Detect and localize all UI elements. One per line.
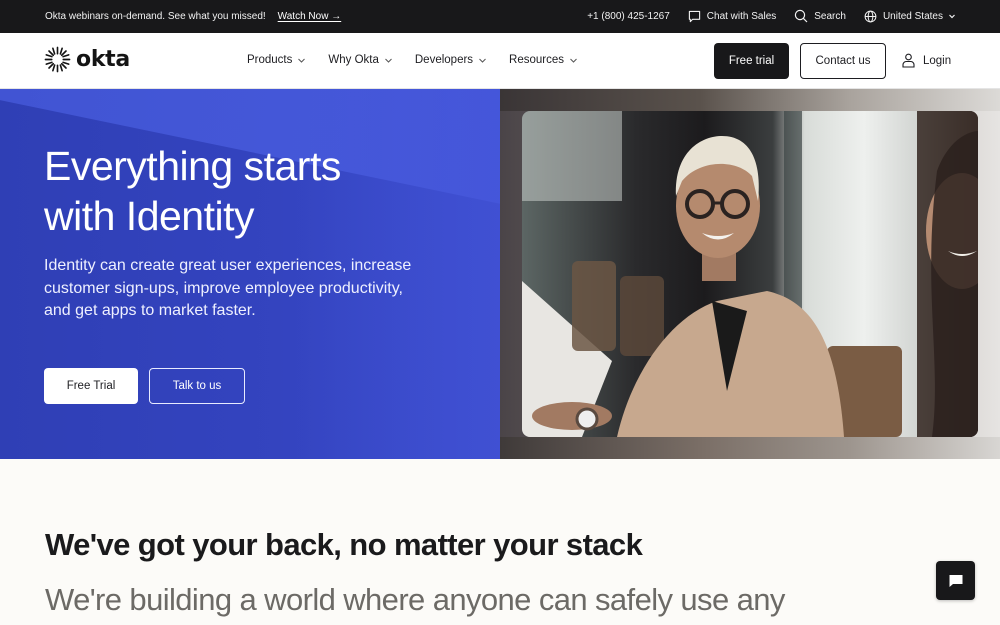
nav-resources[interactable]: Resources (509, 54, 578, 66)
nav-products[interactable]: Products (247, 54, 306, 66)
chat-with-sales-label: Chat with Sales (706, 10, 777, 22)
hero-image-panel (500, 89, 1000, 459)
okta-logo[interactable]: okta (44, 46, 130, 73)
blurred-backdrop-top (500, 89, 1000, 111)
blurred-backdrop-bottom (500, 437, 1000, 459)
chevron-down-icon (479, 58, 486, 63)
globe-icon (864, 10, 877, 22)
chat-bubble-icon (688, 10, 700, 22)
hero-free-trial-button[interactable]: Free Trial (44, 368, 138, 404)
chevron-down-icon (298, 58, 306, 63)
okta-sunburst-icon (44, 46, 71, 73)
nav-resources-label: Resources (509, 54, 565, 66)
hero-title: Everything starts with Identity (44, 141, 341, 241)
hero-photo-illustration (522, 111, 978, 437)
promo: Okta webinars on-demand. See what you mi… (45, 11, 341, 22)
nav-why-okta-label: Why Okta (328, 54, 379, 66)
contact-us-button[interactable]: Contact us (800, 43, 886, 79)
nav-developers[interactable]: Developers (415, 54, 487, 66)
hero-title-line-1: Everything starts (44, 143, 341, 189)
search-link[interactable]: Search (794, 9, 846, 23)
hero-subtitle: Identity can create great user experienc… (44, 257, 412, 319)
search-label: Search (814, 10, 846, 22)
utility-links: +1 (800) 425-1267 Chat with Sales Search… (587, 9, 956, 23)
region-selector[interactable]: United States (864, 10, 956, 23)
search-icon (795, 9, 808, 23)
watch-now-link[interactable]: Watch Now → (278, 11, 342, 22)
main-nav: okta Products Why Okta Developers Resour… (0, 33, 1000, 89)
user-icon (902, 53, 915, 68)
chat-with-sales-link[interactable]: Chat with Sales (688, 10, 776, 23)
free-trial-button[interactable]: Free trial (714, 43, 789, 79)
nav-why-okta[interactable]: Why Okta (328, 54, 392, 66)
hero-photo (522, 111, 978, 437)
hero-title-line-2: with Identity (44, 193, 255, 239)
chevron-down-icon (570, 58, 577, 63)
nav-products-label: Products (247, 54, 293, 66)
chat-bubble-icon (949, 574, 962, 587)
section-title: We've got your back, no matter your stac… (45, 527, 643, 562)
promo-text: Okta webinars on-demand. See what you mi… (45, 11, 266, 22)
chat-widget-button[interactable] (936, 561, 975, 600)
login-link[interactable]: Login (902, 53, 951, 68)
logo-wordmark: okta (76, 47, 130, 72)
login-label: Login (923, 54, 952, 67)
phone-number[interactable]: +1 (800) 425-1267 (587, 11, 670, 22)
primary-menu: Products Why Okta Developers Resources (247, 54, 600, 66)
region-label: United States (882, 10, 943, 22)
hero-talk-to-us-button[interactable]: Talk to us (149, 368, 245, 404)
section-subtitle: We're building a world where anyone can … (45, 582, 785, 617)
hero-panel: Everything starts with Identity Identity… (0, 89, 500, 459)
announcement-bar: Okta webinars on-demand. See what you mi… (0, 0, 1000, 33)
chevron-down-icon (385, 58, 392, 63)
chevron-down-icon (949, 14, 955, 19)
nav-developers-label: Developers (414, 54, 474, 66)
